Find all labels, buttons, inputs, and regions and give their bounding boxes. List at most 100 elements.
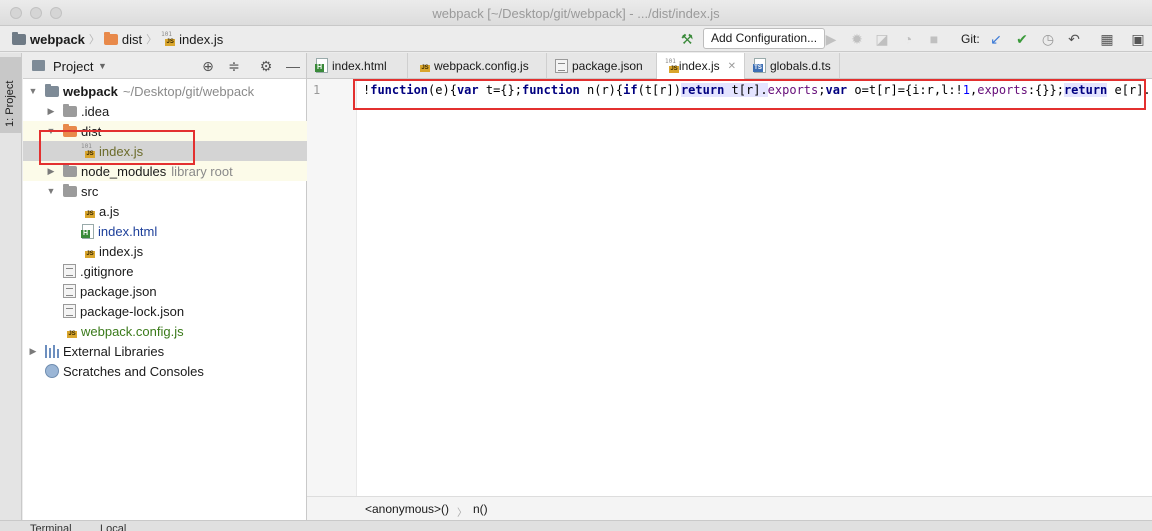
git-history-clock-icon[interactable]: ◷ bbox=[1038, 29, 1058, 49]
build-hammer-icon[interactable]: ⚒ bbox=[677, 29, 697, 49]
close-tab-icon[interactable]: ✕ bbox=[728, 61, 736, 72]
breadcrumb-anonymous[interactable]: <anonymous>() bbox=[365, 502, 449, 516]
git-commit-check-icon[interactable]: ✔ bbox=[1012, 29, 1032, 49]
tab-label: globals.d.ts bbox=[770, 58, 831, 73]
coverage-icon[interactable]: ◪ bbox=[872, 29, 892, 49]
tree-item-a-js[interactable]: JS a.js bbox=[23, 201, 307, 221]
json-file-icon bbox=[63, 284, 76, 298]
project-view-icon bbox=[32, 60, 45, 71]
js-file-icon: JS bbox=[67, 330, 77, 338]
js-file-icon: 101 JS bbox=[161, 30, 176, 46]
js-file-icon: JS bbox=[85, 210, 95, 218]
js-file-icon: 101 JS bbox=[665, 57, 679, 73]
json-file-icon bbox=[63, 304, 76, 318]
line-number: 1 bbox=[313, 83, 321, 97]
project-tool-tab[interactable]: 1: Project bbox=[0, 57, 21, 133]
code-editor[interactable]: 1 !function(e){var t={};function n(r){if… bbox=[307, 79, 1152, 496]
tree-item-label: External Libraries bbox=[63, 343, 165, 359]
tree-item-package-lock-json[interactable]: package-lock.json bbox=[23, 301, 307, 321]
folder-icon bbox=[63, 163, 77, 177]
local-tab[interactable]: Local bbox=[100, 523, 126, 531]
left-tool-strip: 1: Project bbox=[0, 53, 22, 520]
profile-icon[interactable]: ◔ bbox=[898, 29, 918, 49]
nav-breadcrumb: webpack 〉 dist 〉 101 JS index.js bbox=[12, 31, 223, 47]
tree-item-idea[interactable]: ▶ .idea bbox=[23, 101, 307, 121]
project-panel-header: Project ▼ ⊕ ≑ ⚙ — bbox=[23, 53, 306, 79]
chevron-down-icon[interactable]: ▼ bbox=[45, 186, 57, 196]
breadcrumb-project[interactable]: webpack bbox=[30, 32, 85, 47]
git-rollback-icon[interactable]: ↶ bbox=[1064, 29, 1084, 49]
tab-globals-d-ts[interactable]: TS globals.d.ts bbox=[745, 53, 840, 78]
tab-label: webpack.config.js bbox=[434, 58, 529, 73]
tree-item-index-html[interactable]: H index.html bbox=[23, 221, 307, 241]
tree-item-label: src bbox=[81, 183, 99, 199]
tree-item-src[interactable]: ▼ src bbox=[23, 181, 307, 201]
chevron-right-icon[interactable]: ▶ bbox=[45, 106, 57, 117]
tab-label: index.js bbox=[678, 59, 720, 73]
json-file-icon bbox=[555, 58, 568, 73]
locate-target-icon[interactable]: ⊕ bbox=[199, 57, 217, 75]
html-file-icon: H bbox=[315, 58, 328, 73]
chevron-right-icon: 〉 bbox=[88, 34, 100, 46]
js-file-icon: JS bbox=[85, 250, 95, 258]
stop-icon[interactable]: ■ bbox=[924, 29, 944, 49]
bottom-tool-bar: Terminal Local bbox=[0, 520, 1152, 531]
typescript-file-icon: TS bbox=[753, 58, 766, 73]
tree-item-package-json[interactable]: package.json bbox=[23, 281, 307, 301]
terminal-tab[interactable]: Terminal bbox=[30, 523, 72, 531]
gitignore-file-icon bbox=[63, 264, 76, 278]
git-update-icon[interactable]: ↙ bbox=[986, 29, 1006, 49]
window-title: webpack [~/Desktop/git/webpack] - .../di… bbox=[432, 6, 720, 21]
tab-webpack-config-js[interactable]: JS webpack.config.js bbox=[408, 53, 547, 78]
tab-index-js[interactable]: 101 JS index.js ✕ bbox=[657, 53, 745, 79]
collapse-all-icon[interactable]: ≑ bbox=[225, 57, 243, 75]
tree-item-label: package-lock.json bbox=[80, 303, 185, 319]
tab-index-html[interactable]: H index.html bbox=[307, 53, 408, 78]
tree-item-path: ~/Desktop/git/webpack bbox=[122, 83, 255, 99]
gear-icon[interactable]: ⚙ bbox=[257, 57, 275, 75]
tree-item-webpack[interactable]: ▼ webpack ~/Desktop/git/webpack bbox=[23, 81, 307, 101]
annotation-box-file bbox=[39, 130, 195, 165]
tree-item-external-libraries[interactable]: ▶ External Libraries bbox=[23, 341, 307, 361]
folder-icon bbox=[63, 183, 77, 197]
terminal-window-icon[interactable]: ▣ bbox=[1128, 29, 1148, 49]
tree-item-label: package.json bbox=[80, 283, 157, 299]
git-label: Git: bbox=[961, 32, 980, 46]
breadcrumb-n[interactable]: n() bbox=[473, 502, 488, 516]
tree-item-label: index.js bbox=[99, 243, 144, 259]
annotation-box-code bbox=[353, 79, 1146, 110]
project-structure-icon[interactable]: ▦ bbox=[1097, 29, 1117, 49]
tree-item-label: a.js bbox=[99, 203, 120, 219]
folder-icon bbox=[63, 103, 77, 117]
editor-tabs: H index.html JS webpack.config.js packag… bbox=[307, 53, 1152, 79]
project-panel-title[interactable]: Project bbox=[53, 59, 93, 74]
tree-item-label: node_modules bbox=[81, 163, 167, 179]
tree-item-scratches[interactable]: Scratches and Consoles bbox=[23, 361, 307, 381]
html-file-icon: H bbox=[81, 223, 94, 239]
tab-package-json[interactable]: package.json bbox=[547, 53, 657, 78]
add-configuration-button[interactable]: Add Configuration... bbox=[703, 28, 826, 49]
editor-breadcrumbs: <anonymous>() 〉 n() bbox=[307, 496, 1152, 520]
tree-item-label: index.html bbox=[98, 223, 158, 239]
chevron-down-icon[interactable]: ▼ bbox=[98, 61, 107, 71]
breadcrumb-dist[interactable]: dist bbox=[122, 32, 142, 47]
breadcrumb-file[interactable]: index.js bbox=[179, 32, 223, 47]
chevron-right-icon[interactable]: ▶ bbox=[27, 346, 39, 357]
tree-item-label: Scratches and Consoles bbox=[63, 363, 204, 379]
tree-item-label: webpack.config.js bbox=[81, 323, 184, 339]
debug-bug-icon[interactable]: ✹ bbox=[847, 29, 867, 49]
tree-item-note: library root bbox=[171, 163, 233, 179]
navigation-bar: webpack 〉 dist 〉 101 JS index.js ⚒ Add Co… bbox=[0, 26, 1152, 52]
hide-panel-icon[interactable]: — bbox=[284, 57, 302, 75]
run-icon[interactable]: ▶ bbox=[821, 29, 841, 49]
project-panel: Project ▼ ⊕ ≑ ⚙ — ▼ webpack ~/Desktop/gi… bbox=[23, 53, 307, 520]
tree-item-src-index-js[interactable]: JS index.js bbox=[23, 241, 307, 261]
chevron-right-icon: 〉 bbox=[146, 34, 158, 46]
tree-item-gitignore[interactable]: .gitignore bbox=[23, 261, 307, 281]
js-file-icon: JS bbox=[420, 65, 430, 72]
chevron-right-icon[interactable]: ▶ bbox=[45, 166, 57, 177]
project-folder-icon bbox=[12, 31, 26, 45]
chevron-down-icon[interactable]: ▼ bbox=[27, 86, 39, 96]
tree-item-label: webpack bbox=[63, 83, 118, 99]
tree-item-webpack-config-js[interactable]: JS webpack.config.js bbox=[23, 321, 307, 341]
